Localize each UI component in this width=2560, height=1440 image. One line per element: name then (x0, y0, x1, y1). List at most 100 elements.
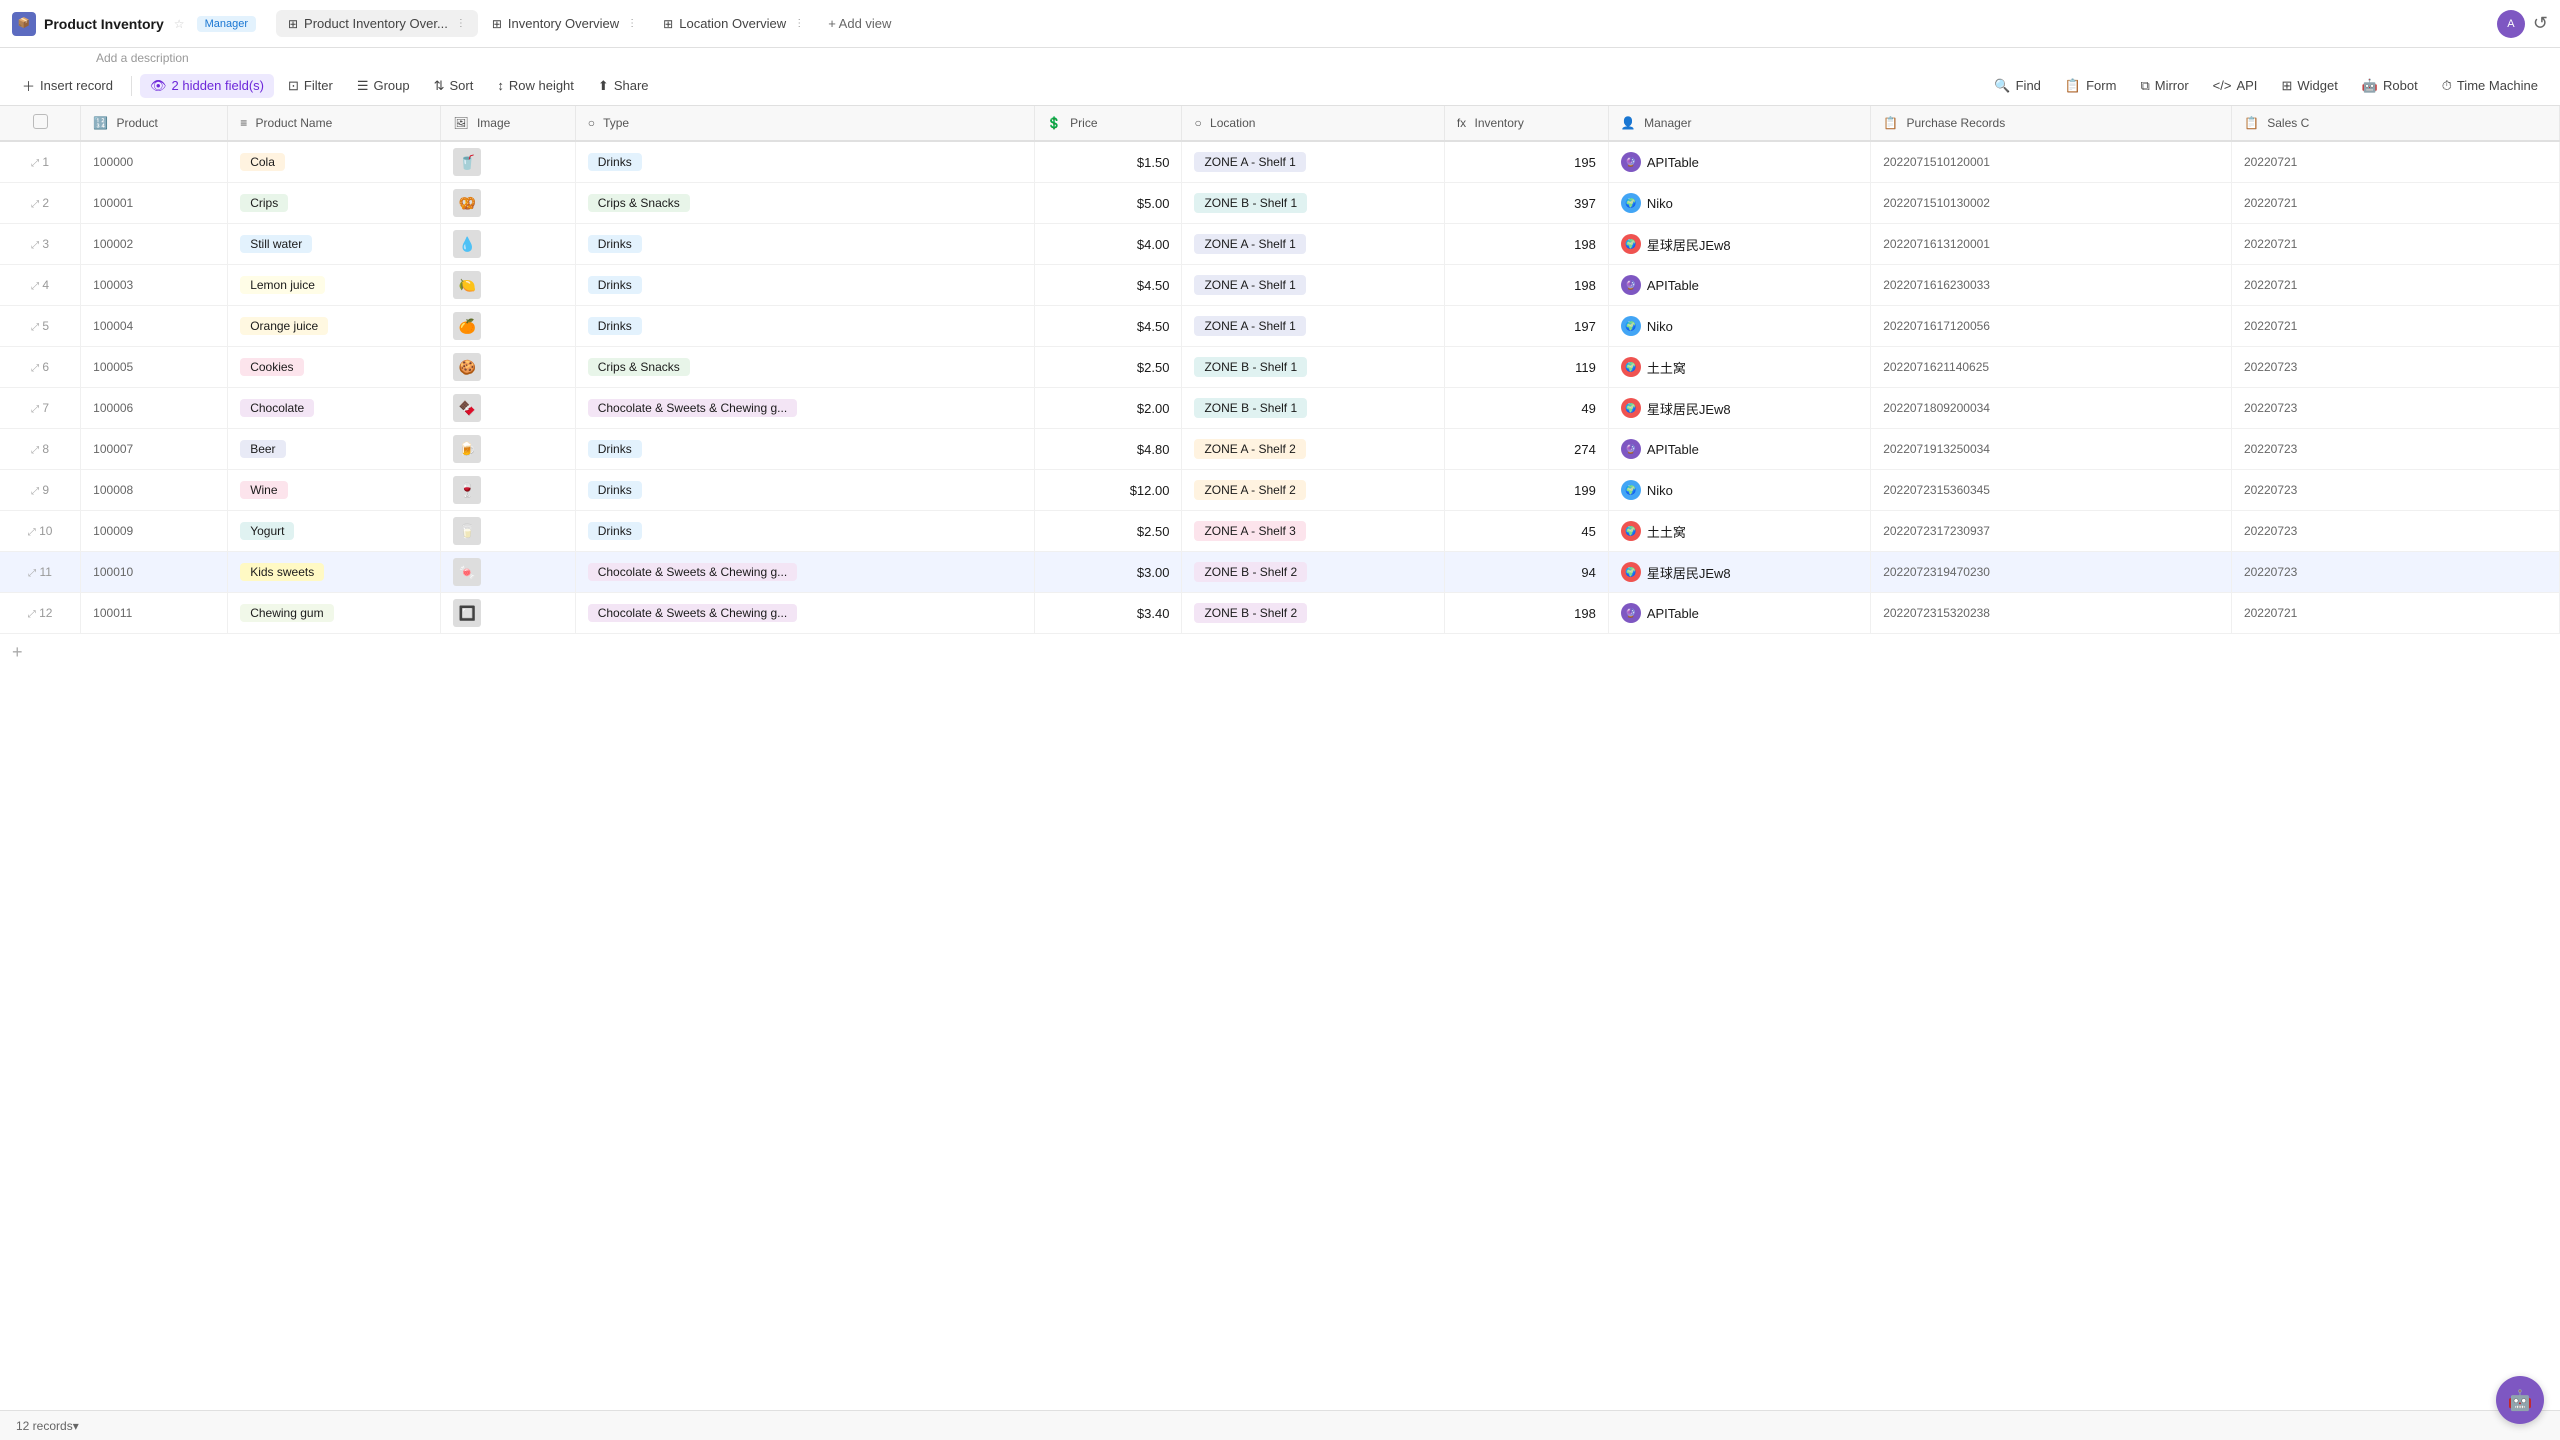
table-row[interactable]: ⤢ 9 100008 Wine 🍷 Drinks $12.00 ZONE A -… (0, 470, 2560, 511)
location-cell[interactable]: ZONE A - Shelf 2 (1182, 470, 1444, 511)
row-expand-icon[interactable]: ⤢ (28, 527, 36, 538)
table-row[interactable]: ⤢ 4 100003 Lemon juice 🍋 Drinks $4.50 ZO… (0, 265, 2560, 306)
user-avatar[interactable]: A (2497, 10, 2525, 38)
table-row[interactable]: ⤢ 10 100009 Yogurt 🥛 Drinks $2.50 ZONE A… (0, 511, 2560, 552)
table-container[interactable]: 🔢 Product ≡ Product Name 🖼 Image ○ Type … (0, 106, 2560, 1410)
description-text[interactable]: Add a description (48, 49, 201, 65)
location-cell[interactable]: ZONE A - Shelf 1 (1182, 224, 1444, 265)
header-checkbox[interactable] (33, 114, 48, 129)
header-location[interactable]: ○ Location (1182, 106, 1444, 141)
tab-inventory-overview[interactable]: ⊞ Inventory Overview ⋮ (480, 10, 649, 37)
add-view-button[interactable]: + Add view (818, 10, 901, 37)
table-row[interactable]: ⤢ 1 100000 Cola 🥤 Drinks $1.50 ZONE A - … (0, 141, 2560, 183)
row-expand-icon[interactable]: ⤢ (31, 322, 39, 333)
type-cell[interactable]: Chocolate & Sweets & Chewing g... (575, 388, 1034, 429)
table-row[interactable]: ⤢ 6 100005 Cookies 🍪 Crips & Snacks $2.5… (0, 347, 2560, 388)
product-name-cell[interactable]: Kids sweets (228, 552, 441, 593)
hidden-fields-button[interactable]: 👁 2 hidden field(s) (140, 74, 274, 98)
group-button[interactable]: ☰ Group (347, 74, 420, 98)
robot-button[interactable]: 🤖 Robot (2352, 74, 2428, 98)
product-name-cell[interactable]: Chocolate (228, 388, 441, 429)
row-expand-icon[interactable]: ⤢ (28, 609, 36, 620)
header-product[interactable]: 🔢 Product (81, 106, 228, 141)
sort-button[interactable]: ⇅ Sort (424, 74, 484, 98)
product-name-cell[interactable]: Beer (228, 429, 441, 470)
widget-button[interactable]: ⊞ Widget (2271, 74, 2347, 98)
row-expand-icon[interactable]: ⤢ (31, 445, 39, 456)
type-cell[interactable]: Drinks (575, 429, 1034, 470)
location-cell[interactable]: ZONE A - Shelf 1 (1182, 141, 1444, 183)
location-cell[interactable]: ZONE B - Shelf 1 (1182, 347, 1444, 388)
bottom-avatar-button[interactable]: 🤖 (2496, 1376, 2544, 1424)
product-name-cell[interactable]: Cola (228, 141, 441, 183)
row-expand-icon[interactable]: ⤢ (31, 404, 39, 415)
location-cell[interactable]: ZONE A - Shelf 2 (1182, 429, 1444, 470)
header-image[interactable]: 🖼 Image (441, 106, 575, 141)
star-icon[interactable]: ☆ (174, 17, 185, 31)
records-icon[interactable]: ▾ (73, 1419, 79, 1433)
refresh-button[interactable]: ↺ (2533, 13, 2548, 34)
location-cell[interactable]: ZONE A - Shelf 1 (1182, 265, 1444, 306)
location-cell[interactable]: ZONE B - Shelf 2 (1182, 593, 1444, 634)
header-manager[interactable]: 👤 Manager (1608, 106, 1870, 141)
type-cell[interactable]: Chocolate & Sweets & Chewing g... (575, 552, 1034, 593)
form-button[interactable]: 📋 Form (2055, 74, 2127, 98)
find-button[interactable]: 🔍 Find (1984, 74, 2050, 98)
product-name-cell[interactable]: Wine (228, 470, 441, 511)
header-type[interactable]: ○ Type (575, 106, 1034, 141)
table-row[interactable]: ⤢ 3 100002 Still water 💧 Drinks $4.00 ZO… (0, 224, 2560, 265)
tab-location-overview[interactable]: ⊞ Location Overview ⋮ (651, 10, 816, 37)
time-machine-button[interactable]: ⏱ Time Machine (2432, 74, 2548, 98)
table-row[interactable]: ⤢ 5 100004 Orange juice 🍊 Drinks $4.50 Z… (0, 306, 2560, 347)
tab-menu-1[interactable]: ⋮ (456, 18, 466, 29)
row-expand-icon[interactable]: ⤢ (31, 486, 39, 497)
type-cell[interactable]: Drinks (575, 306, 1034, 347)
share-button[interactable]: ⬆ Share (588, 74, 659, 98)
table-row[interactable]: ⤢ 8 100007 Beer 🍺 Drinks $4.80 ZONE A - … (0, 429, 2560, 470)
header-purchase[interactable]: 📋 Purchase Records (1871, 106, 2232, 141)
type-cell[interactable]: Drinks (575, 265, 1034, 306)
row-expand-icon[interactable]: ⤢ (31, 240, 39, 251)
mirror-button[interactable]: ⧉ Mirror (2130, 74, 2198, 98)
type-cell[interactable]: Drinks (575, 224, 1034, 265)
tab-product-inventory[interactable]: ⊞ Product Inventory Over... ⋮ (276, 10, 478, 37)
header-inventory[interactable]: fx Inventory (1444, 106, 1608, 141)
tab-menu-3[interactable]: ⋮ (794, 18, 804, 29)
product-name-cell[interactable]: Crips (228, 183, 441, 224)
row-expand-icon[interactable]: ⤢ (31, 363, 39, 374)
table-row[interactable]: ⤢ 7 100006 Chocolate 🍫 Chocolate & Sweet… (0, 388, 2560, 429)
product-name-cell[interactable]: Orange juice (228, 306, 441, 347)
type-cell[interactable]: Drinks (575, 511, 1034, 552)
type-cell[interactable]: Drinks (575, 141, 1034, 183)
table-row[interactable]: ⤢ 2 100001 Crips 🥨 Crips & Snacks $5.00 … (0, 183, 2560, 224)
type-cell[interactable]: Chocolate & Sweets & Chewing g... (575, 593, 1034, 634)
table-row[interactable]: ⤢ 12 100011 Chewing gum 🔲 Chocolate & Sw… (0, 593, 2560, 634)
type-cell[interactable]: Drinks (575, 470, 1034, 511)
header-checkbox-col[interactable] (0, 106, 81, 141)
tab-menu-2[interactable]: ⋮ (627, 18, 637, 29)
type-cell[interactable]: Crips & Snacks (575, 183, 1034, 224)
header-price[interactable]: 💲 Price (1034, 106, 1182, 141)
filter-button[interactable]: ⊡ Filter (278, 74, 343, 98)
location-cell[interactable]: ZONE B - Shelf 1 (1182, 388, 1444, 429)
header-sales[interactable]: 📋 Sales C (2231, 106, 2559, 141)
product-name-cell[interactable]: Lemon juice (228, 265, 441, 306)
row-expand-icon[interactable]: ⤢ (31, 281, 39, 292)
api-button[interactable]: </> API (2203, 74, 2268, 97)
location-cell[interactable]: ZONE A - Shelf 1 (1182, 306, 1444, 347)
location-cell[interactable]: ZONE B - Shelf 2 (1182, 552, 1444, 593)
type-cell[interactable]: Crips & Snacks (575, 347, 1034, 388)
row-expand-icon[interactable]: ⤢ (31, 158, 39, 169)
table-row[interactable]: ⤢ 11 100010 Kids sweets 🍬 Chocolate & Sw… (0, 552, 2560, 593)
product-name-cell[interactable]: Yogurt (228, 511, 441, 552)
location-cell[interactable]: ZONE B - Shelf 1 (1182, 183, 1444, 224)
row-expand-icon[interactable]: ⤢ (28, 568, 36, 579)
header-name[interactable]: ≡ Product Name (228, 106, 441, 141)
row-height-button[interactable]: ↕ Row height (487, 74, 584, 97)
row-expand-icon[interactable]: ⤢ (31, 199, 39, 210)
insert-record-button[interactable]: ＋ Insert record (12, 72, 123, 99)
add-row-button[interactable]: + (0, 634, 2560, 671)
location-cell[interactable]: ZONE A - Shelf 3 (1182, 511, 1444, 552)
product-name-cell[interactable]: Still water (228, 224, 441, 265)
product-name-cell[interactable]: Chewing gum (228, 593, 441, 634)
